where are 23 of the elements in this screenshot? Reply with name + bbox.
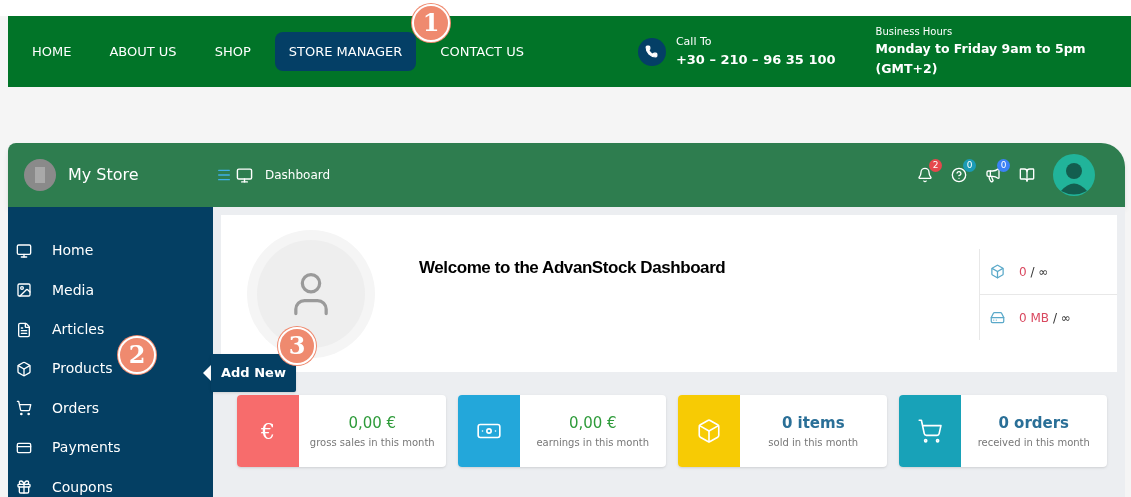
stat-caption: earnings in this month — [536, 435, 650, 450]
call-label: Call To — [675, 33, 713, 50]
stat-value: 0 orders — [998, 413, 1070, 435]
stat-value: 0,00 € — [348, 413, 397, 435]
usage-value: 0 MB / ∞ — [1019, 309, 1071, 327]
welcome-title: Welcome to the AdvanStock Dashboard — [419, 258, 726, 277]
notification-count: 0 — [963, 159, 976, 172]
stat-caption: gross sales in this month — [309, 435, 435, 450]
stat-value: 0,00 € — [568, 413, 617, 435]
stat-caption: sold in this month — [768, 435, 859, 450]
euro-symbol: € — [261, 417, 275, 446]
tooltip: Add New — [203, 354, 296, 392]
business-hours: (GMT+2) — [875, 60, 939, 78]
business-hours: Monday to Friday 9am to 5pm — [875, 40, 1086, 58]
breadcrumb: Dashboard — [265, 167, 331, 184]
stat-caption: received in this month — [977, 435, 1090, 450]
stat-value: 0 items — [781, 413, 845, 435]
notification-count: 0 — [997, 159, 1010, 172]
store-name: My Store — [68, 164, 139, 186]
hours-label: Business Hours — [875, 25, 954, 39]
notification-count: 2 — [929, 159, 942, 172]
phone-number: +30 – 210 – 96 35 100 — [675, 51, 836, 69]
usage-value: 0 / ∞ — [1019, 263, 1049, 281]
